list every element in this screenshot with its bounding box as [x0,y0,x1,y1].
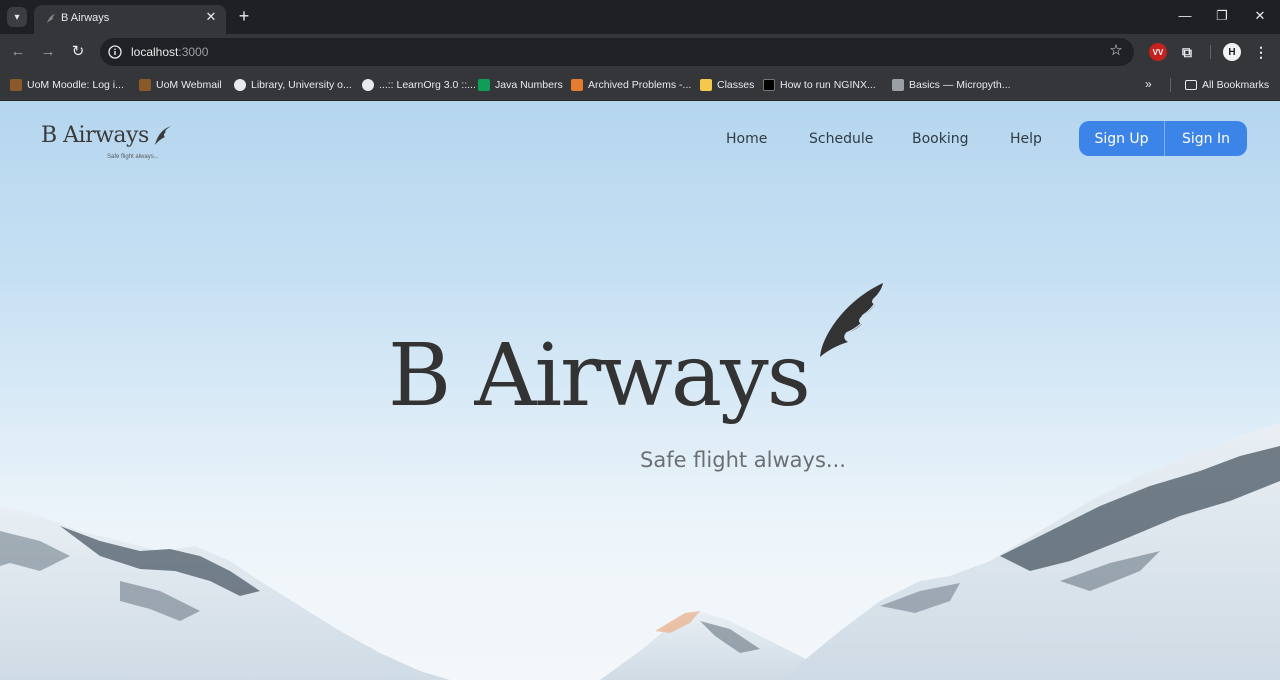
bookmark-item[interactable]: Library, University o... [234,77,352,93]
sign-up-button[interactable]: Sign Up [1079,121,1165,156]
folder-icon [1185,80,1197,90]
wing-logo-icon [155,126,171,145]
maximize-icon[interactable]: ❐ [1212,6,1232,26]
bookmark-favicon-icon [763,79,775,91]
wing-hero-icon [820,283,883,357]
hero-title: B Airways [388,326,811,426]
site-info-icon[interactable] [108,45,122,59]
nav-help[interactable]: Help [1010,131,1042,147]
bookmark-item[interactable]: Basics — Micropyth... [892,77,1011,93]
globe-icon [234,79,246,91]
bookmark-label: ...:: LearnOrg 3.0 ::... [379,79,476,91]
bookmark-favicon-icon [10,79,22,91]
web-page: B Airways Safe flight always... Home Sch… [0,101,1280,680]
browser-menu-icon[interactable]: ⋮ [1252,43,1270,61]
bookmark-star-icon[interactable]: ☆ [1108,43,1124,59]
header-logo[interactable]: B Airways Safe flight always... [41,119,181,164]
address-bar[interactable]: localhost:3000 ☆ [100,38,1134,66]
toolbar-divider [1210,45,1211,59]
bookmark-item[interactable]: UoM Moodle: Log i... [10,77,124,93]
bookmark-item[interactable]: Classes [700,77,754,93]
forward-icon[interactable]: → [38,42,58,62]
bookmark-favicon-icon [700,79,712,91]
tab-search-icon[interactable]: ▾ [7,7,27,27]
nav-booking[interactable]: Booking [912,131,969,147]
browser-toolbar: ← → ↻ localhost:3000 ☆ VV ⧉ H ⋮ [0,34,1280,70]
profile-avatar[interactable]: H [1223,43,1241,61]
bookmark-label: Java Numbers [495,79,563,91]
bookmark-favicon-icon [571,79,583,91]
tab-b-airways[interactable]: B Airways ✕ [34,5,226,34]
bookmark-label: Archived Problems -... [588,79,692,91]
bookmarks-divider [1170,78,1171,92]
tab-strip: ▾ B Airways ✕ + — ❐ ✕ [0,0,1280,34]
extensions-puzzle-icon[interactable]: ⧉ [1178,43,1196,61]
tab-title: B Airways [61,12,110,24]
back-icon[interactable]: ← [8,42,28,62]
url-host: localhost [131,45,179,59]
nav-schedule[interactable]: Schedule [809,131,873,147]
bookmark-label: UoM Moodle: Log i... [27,79,124,91]
minimize-icon[interactable]: — [1175,6,1195,26]
new-tab-icon[interactable]: + [235,7,253,25]
tab-close-icon[interactable]: ✕ [204,10,218,24]
bookmark-favicon-icon [139,79,151,91]
logo-tagline: Safe flight always... [107,154,159,160]
bookmark-favicon-icon [892,79,904,91]
bookmark-item[interactable]: How to run NGINX... [763,77,876,93]
auth-button-group: Sign Up Sign In [1079,121,1247,156]
bookmark-item[interactable]: Java Numbers [478,77,563,93]
close-window-icon[interactable]: ✕ [1250,6,1270,26]
bookmark-item[interactable]: ...:: LearnOrg 3.0 ::... [362,77,476,93]
all-bookmarks-label: All Bookmarks [1202,79,1270,91]
bookmark-favicon-icon [478,79,490,91]
bookmark-label: UoM Webmail [156,79,222,91]
url-text: localhost:3000 [131,45,208,59]
bookmark-label: How to run NGINX... [780,79,876,91]
bookmark-label: Library, University o... [251,79,352,91]
bookmark-item[interactable]: UoM Webmail [139,77,222,93]
wing-favicon-icon [47,14,55,23]
all-bookmarks[interactable]: All Bookmarks [1185,77,1269,93]
bookmark-label: Basics — Micropyth... [909,79,1011,91]
logo-name: B Airways [41,123,149,148]
nav-home[interactable]: Home [726,131,767,147]
bookmark-label: Classes [717,79,755,91]
bookmarks-bar: UoM Moodle: Log i... UoM Webmail Library… [0,70,1280,100]
url-port: :3000 [178,45,209,59]
bookmark-item[interactable]: Archived Problems -... [571,77,691,93]
more-bookmarks-icon[interactable]: » [1145,77,1152,91]
hero-tagline: Safe flight always... [640,448,846,472]
vv-extension-icon[interactable]: VV [1149,43,1167,61]
globe-icon [362,79,374,91]
reload-icon[interactable]: ↻ [68,42,88,62]
sign-in-button[interactable]: Sign In [1165,121,1247,156]
